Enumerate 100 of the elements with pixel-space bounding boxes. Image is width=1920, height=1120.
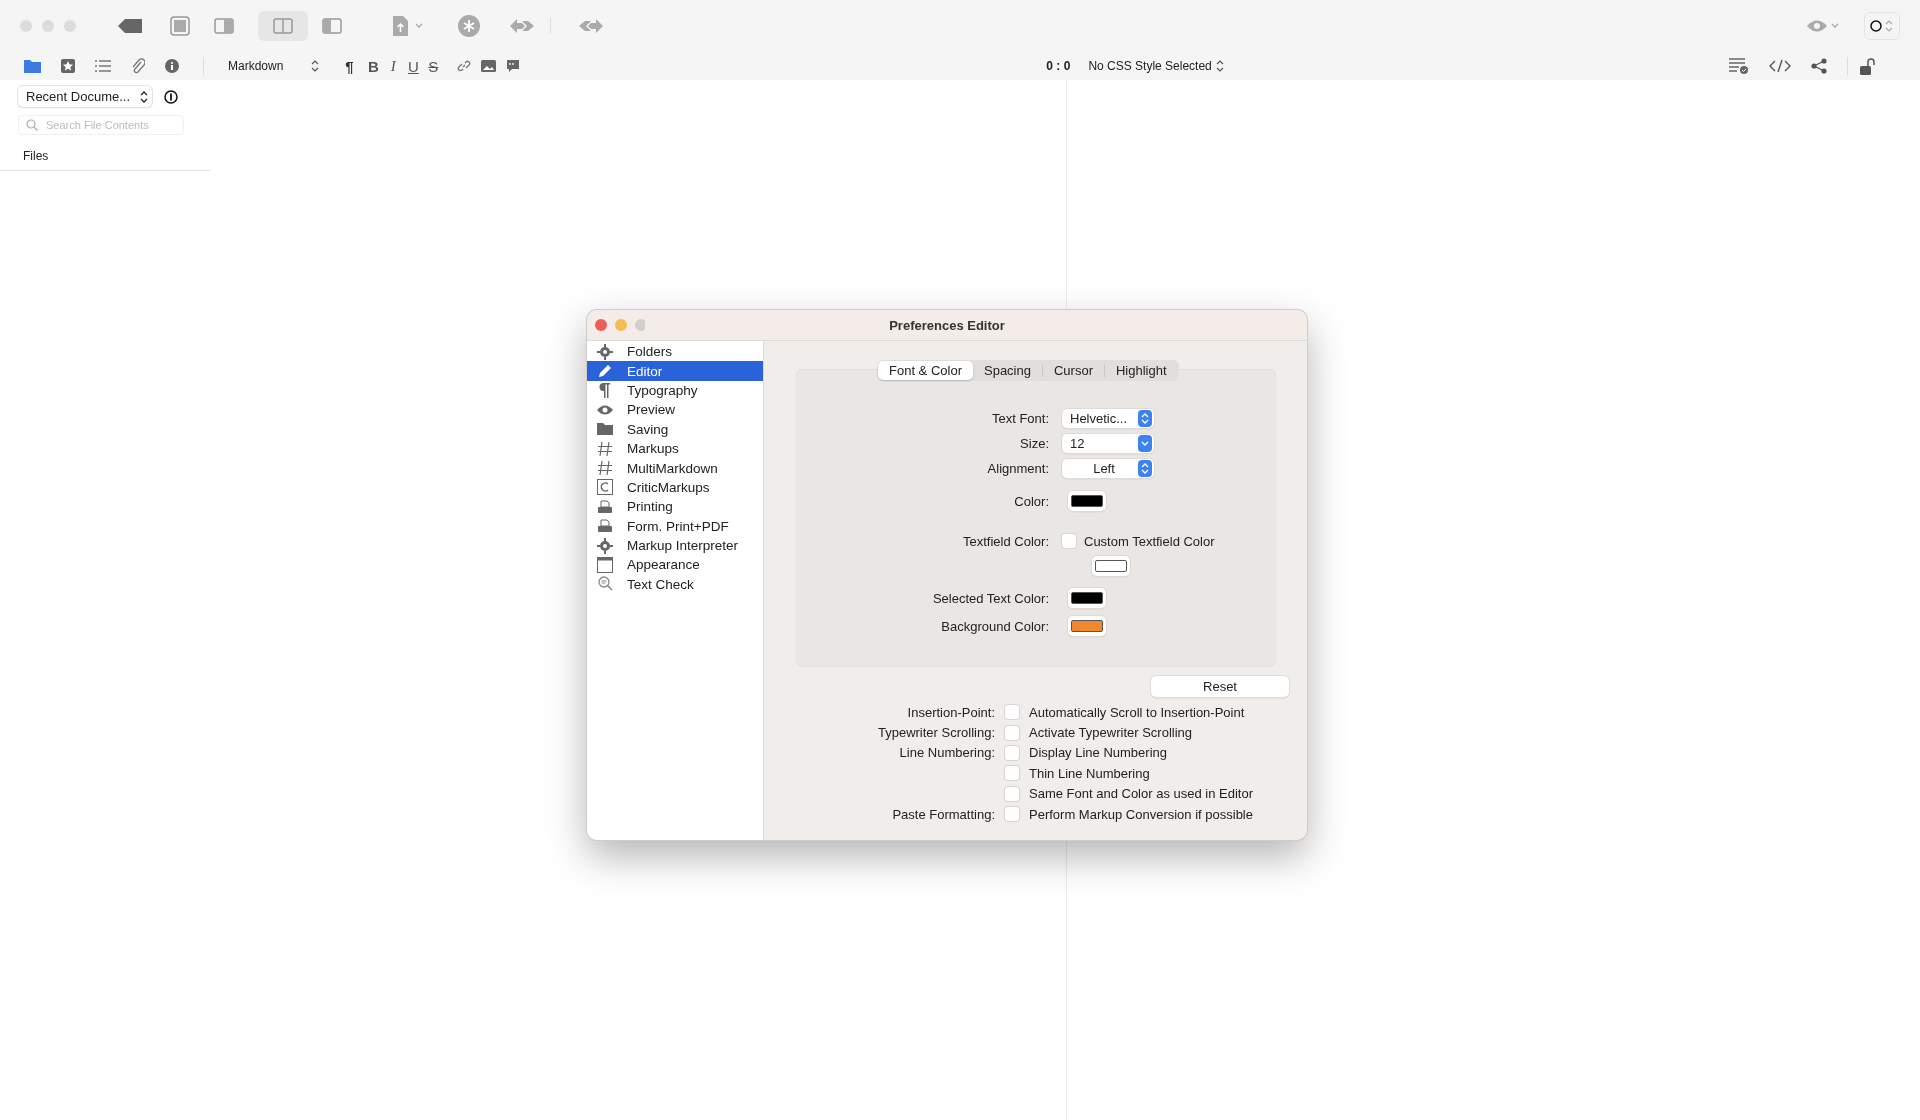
- checkbox-label: Perform Markup Conversion if possible: [1029, 806, 1253, 822]
- checkbox[interactable]: [1005, 745, 1019, 760]
- format-button[interactable]: B: [367, 57, 380, 75]
- checkbox[interactable]: [1062, 534, 1076, 548]
- field-label: Background Color:: [941, 618, 1049, 634]
- printer-icon: [596, 497, 614, 516]
- asterisk-icon[interactable]: [458, 15, 480, 37]
- tab[interactable]: Highlight: [1105, 361, 1178, 380]
- color-well[interactable]: [1092, 556, 1130, 576]
- popup-button[interactable]: Left: [1062, 459, 1154, 478]
- link-icon[interactable]: [457, 59, 472, 73]
- checkbox-label: Custom Textfield Color: [1084, 533, 1215, 549]
- option-label: Typewriter Scrolling:: [877, 725, 995, 741]
- category-item[interactable]: Saving: [587, 419, 763, 439]
- eye-icon[interactable]: [1806, 19, 1840, 33]
- window-icon: [596, 556, 614, 574]
- updown-icon: [140, 90, 149, 103]
- color-well[interactable]: [1068, 491, 1106, 511]
- reset-button[interactable]: Reset: [1151, 676, 1289, 697]
- format-button[interactable]: I: [387, 57, 400, 75]
- category-item[interactable]: Typography: [587, 380, 763, 401]
- field-label: Textfield Color:: [963, 533, 1049, 549]
- recent-documents-popup[interactable]: Recent Docume...: [18, 86, 152, 107]
- field-label: Size:: [1020, 436, 1049, 451]
- format-button[interactable]: U: [407, 57, 420, 75]
- category-item[interactable]: CriticMarkups: [587, 477, 763, 498]
- info-icon[interactable]: [164, 89, 178, 104]
- code-icon[interactable]: [1769, 59, 1791, 73]
- sidebar-right-icon[interactable]: [214, 18, 234, 34]
- checkbox-label: Same Font and Color as used in Editor: [1029, 786, 1253, 802]
- tab[interactable]: Spacing: [973, 361, 1042, 380]
- checkbox[interactable]: [1005, 705, 1019, 720]
- sidebar-left-icon[interactable]: [322, 18, 342, 34]
- unlocked-icon[interactable]: [1860, 57, 1876, 75]
- updown-icon: [311, 60, 320, 72]
- image-icon[interactable]: [481, 60, 497, 72]
- paperclip-icon[interactable]: [131, 58, 145, 74]
- search-icon: [26, 119, 38, 131]
- category-item[interactable]: MultiMarkdown: [587, 458, 763, 478]
- category-item[interactable]: Printing: [587, 497, 763, 517]
- category-item[interactable]: Form. Print+PDF: [587, 516, 763, 536]
- updown-icon: [1138, 460, 1152, 477]
- chevron-down-icon: [1138, 435, 1152, 452]
- list-check-icon[interactable]: [1729, 58, 1749, 74]
- category-item[interactable]: Preview: [587, 400, 763, 420]
- split-view-icon: [273, 18, 293, 34]
- list-icon[interactable]: [95, 60, 111, 72]
- category-item[interactable]: Appearance: [587, 555, 763, 575]
- circle-stepper-button[interactable]: [1864, 12, 1900, 40]
- category-item[interactable]: Text Check: [587, 574, 763, 595]
- tag-icon[interactable]: [118, 18, 142, 34]
- syntax-popup[interactable]: Markdown: [228, 59, 320, 73]
- option-label: Insertion-Point:: [907, 704, 995, 720]
- popup-button[interactable]: Helvetic...: [1062, 409, 1154, 428]
- window-title: Preferences Editor: [889, 317, 1005, 333]
- updown-icon: [1215, 60, 1224, 72]
- cursor-position: 0 : 0: [1046, 59, 1071, 73]
- checkbox-label: Activate Typewriter Scrolling: [1029, 725, 1193, 741]
- option-label: Line Numbering:: [899, 745, 995, 761]
- search-field[interactable]: Search File Contents: [18, 115, 184, 135]
- folder-icon[interactable]: [24, 59, 41, 73]
- star-icon[interactable]: [61, 59, 75, 73]
- category-item[interactable]: Editor: [587, 361, 763, 381]
- checkbox[interactable]: [1005, 807, 1019, 822]
- copyright-icon: [596, 478, 614, 497]
- document-export-icon[interactable]: [392, 15, 424, 37]
- share-icon[interactable]: [1811, 58, 1827, 74]
- window-controls-icon[interactable]: [595, 319, 645, 331]
- hash-icon: [596, 459, 614, 478]
- section-heading: Files: [0, 135, 210, 171]
- field-label: Color:: [1014, 493, 1049, 509]
- hash-icon: [596, 439, 614, 458]
- arrows-left-icon[interactable]: [510, 18, 551, 34]
- checkbox[interactable]: [1005, 725, 1019, 740]
- comment-icon[interactable]: [506, 59, 521, 73]
- color-well[interactable]: [1068, 588, 1106, 608]
- category-item[interactable]: Markup Interpreter: [587, 535, 763, 556]
- format-button[interactable]: S: [427, 57, 440, 75]
- square-icon[interactable]: [170, 16, 190, 36]
- category-item[interactable]: Folders: [587, 342, 763, 362]
- arrows-right-icon[interactable]: [577, 18, 603, 34]
- updown-icon: [1138, 410, 1152, 427]
- css-style-popup[interactable]: No CSS Style Selected: [1088, 59, 1224, 73]
- option-label: Paste Formatting:: [892, 806, 995, 822]
- format-button[interactable]: ¶: [343, 57, 356, 75]
- checkbox[interactable]: [1005, 766, 1019, 781]
- circle-stepper-icon: [1869, 18, 1895, 34]
- tab[interactable]: Cursor: [1042, 361, 1104, 380]
- category-item[interactable]: Markups: [587, 438, 763, 459]
- split-view-button[interactable]: [258, 11, 308, 41]
- checkbox[interactable]: [1005, 786, 1019, 801]
- color-well[interactable]: [1068, 616, 1106, 636]
- tab[interactable]: Font & Color: [878, 361, 973, 380]
- field-label: Selected Text Color:: [932, 590, 1049, 606]
- field-label: Alignment:: [987, 461, 1049, 476]
- checkbox-label: Display Line Numbering: [1029, 745, 1167, 761]
- field-label: Text Font:: [991, 411, 1049, 426]
- checkbox-label: Automatically Scroll to Insertion-Point: [1029, 704, 1245, 720]
- combo-box[interactable]: 12: [1062, 434, 1154, 453]
- checkbox-label: Thin Line Numbering: [1029, 765, 1150, 781]
